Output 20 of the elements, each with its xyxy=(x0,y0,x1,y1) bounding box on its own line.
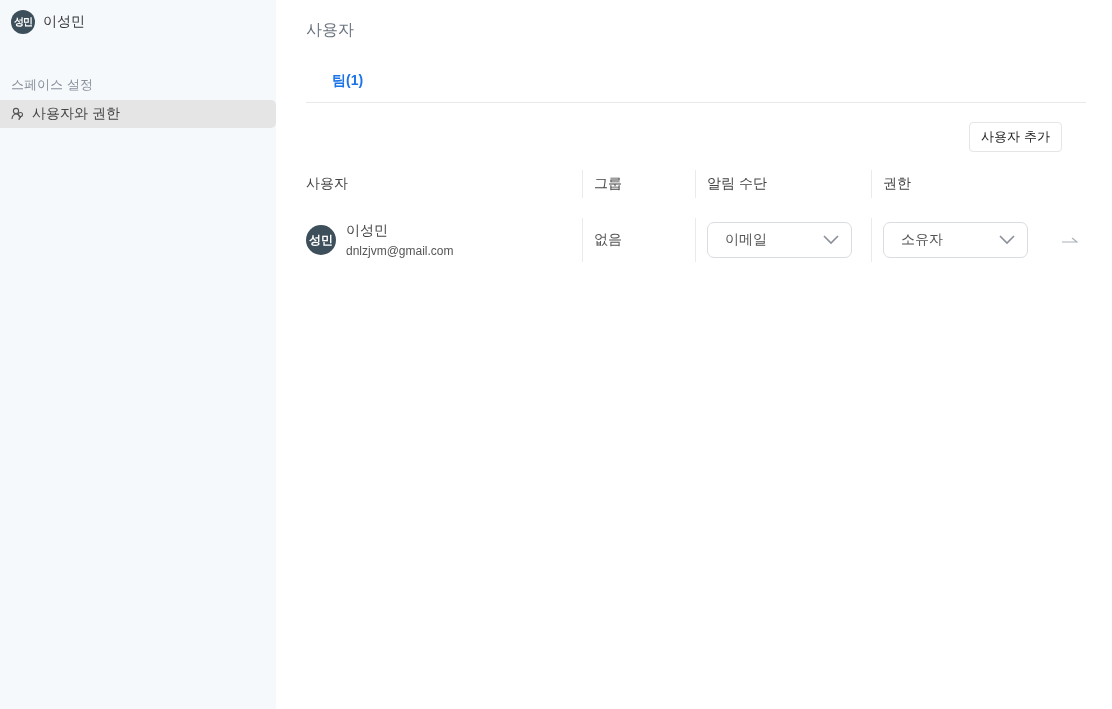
user-name: 이성민 xyxy=(346,222,389,240)
chevron-down-icon xyxy=(823,235,839,245)
column-header: 사용자 xyxy=(306,174,349,193)
avatar: 성민 xyxy=(11,10,35,34)
tab[interactable]: 팀(1) xyxy=(306,72,390,102)
notification-dropdown[interactable]: 이메일 xyxy=(707,222,852,258)
user-name: 이성민 xyxy=(43,13,85,31)
group-text: 없음 xyxy=(594,231,622,249)
chevron-down-icon xyxy=(999,235,1015,245)
sidebar-item[interactable]: 사용자와 권한 xyxy=(0,100,276,128)
column-header: 그룹 xyxy=(582,170,695,198)
add-user-button[interactable]: 사용자 추가 xyxy=(969,122,1062,152)
users-icon xyxy=(11,107,25,121)
role-dropdown[interactable]: 소유자 xyxy=(883,222,1028,258)
user-email: dnlzjvm@gmail.com xyxy=(346,244,454,258)
column-header: 알림 수단 xyxy=(695,170,871,198)
avatar: 성민 xyxy=(306,225,336,255)
page-title: 사용자 xyxy=(306,20,355,40)
column-header: 권한 xyxy=(871,170,1041,198)
section-title: 스페이스 설정 xyxy=(10,76,94,94)
